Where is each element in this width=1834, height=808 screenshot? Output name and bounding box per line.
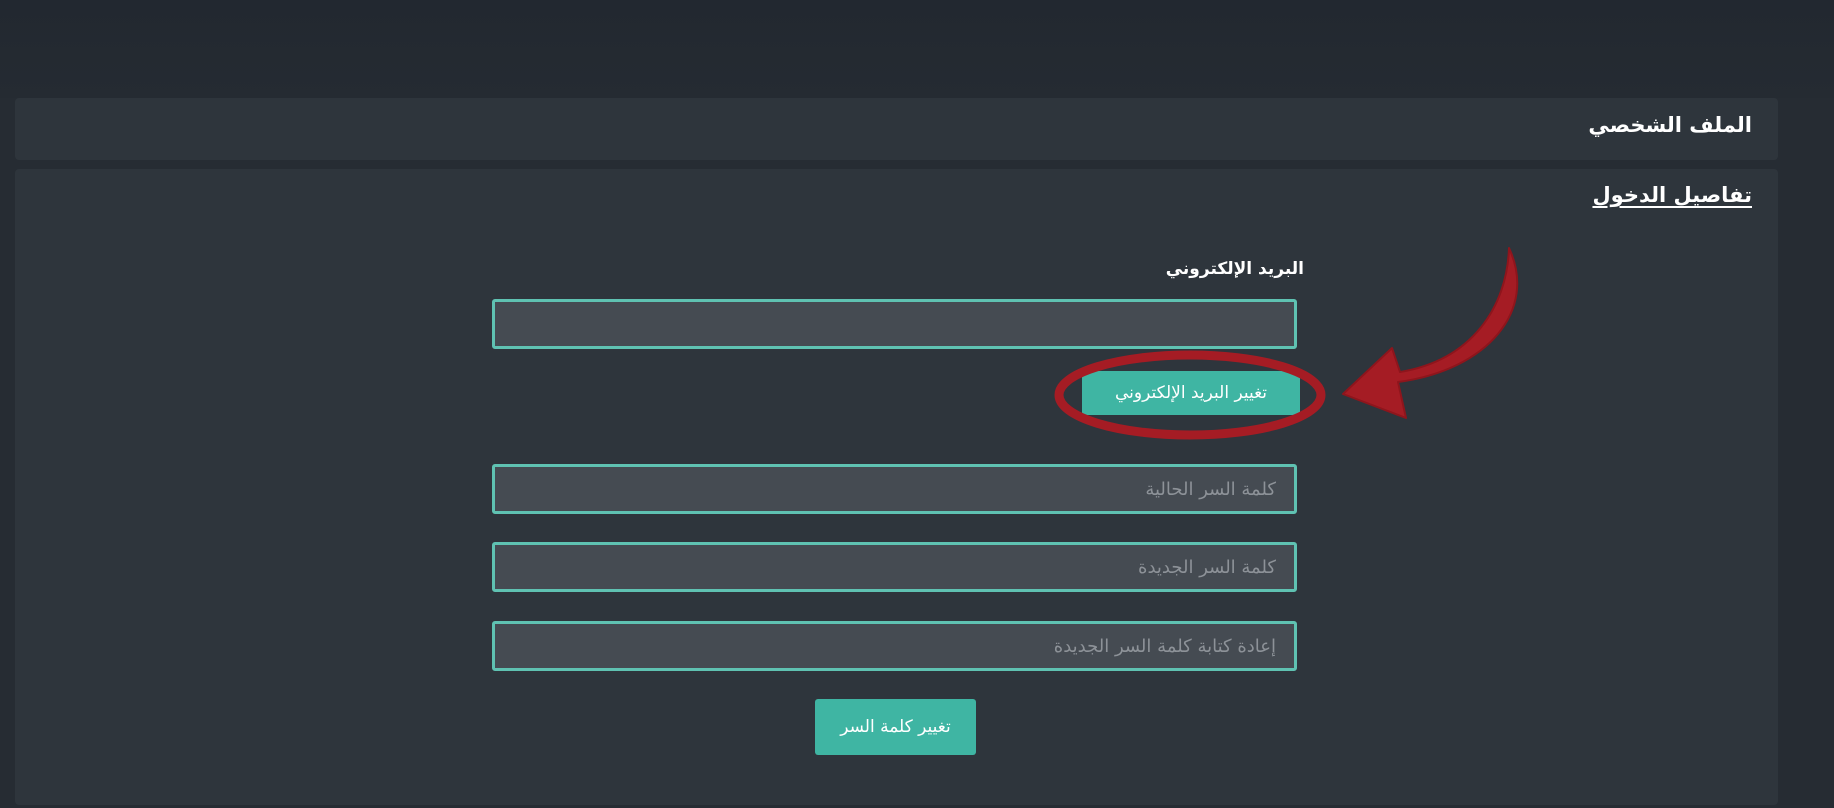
login-details-panel: تفاصيل الدخول البريد الإلكتروني تغيير ال… <box>15 169 1778 805</box>
profile-header: الملف الشخصي <box>15 98 1778 160</box>
current-password-input[interactable] <box>492 464 1297 514</box>
login-details-title: تفاصيل الدخول <box>1592 183 1752 207</box>
email-label: البريد الإلكتروني <box>1165 259 1304 279</box>
top-bar <box>0 0 1834 98</box>
change-email-button[interactable]: تغيير البريد الإلكتروني <box>1082 371 1300 415</box>
profile-title: الملف الشخصي <box>1588 113 1752 137</box>
confirm-password-input[interactable] <box>492 621 1297 671</box>
email-input[interactable] <box>492 299 1297 349</box>
new-password-input[interactable] <box>492 542 1297 592</box>
change-password-button[interactable]: تغيير كلمة السر <box>815 699 976 755</box>
